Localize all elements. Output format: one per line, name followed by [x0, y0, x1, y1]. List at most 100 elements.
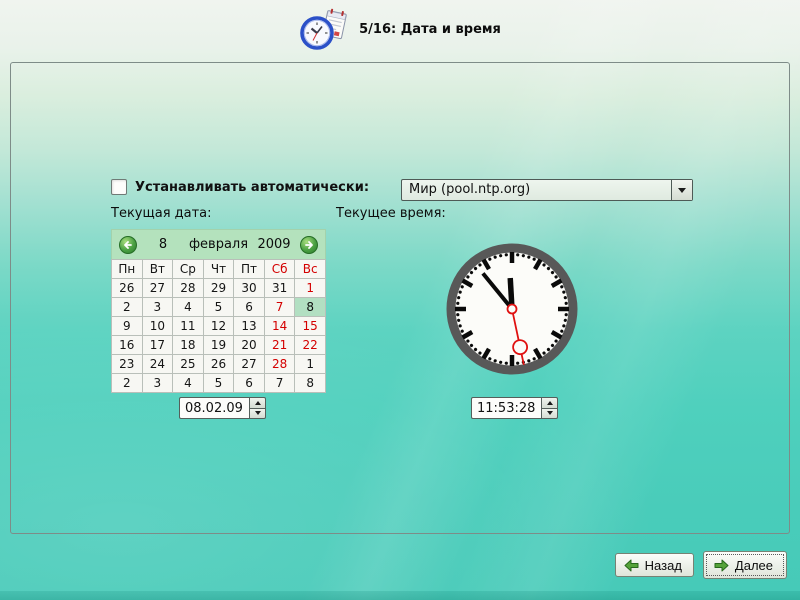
calendar-day-cell[interactable]: 10 — [142, 317, 173, 336]
calendar-month-value: февраля — [189, 237, 248, 252]
calendar-day-cell[interactable]: 15 — [295, 317, 326, 336]
ntp-auto-row: Устанавливать автоматически: — [111, 179, 369, 195]
calendar-day-cell[interactable]: 3 — [142, 374, 173, 393]
time-spin-up-button[interactable] — [541, 397, 558, 408]
calendar-day-cell[interactable]: 1 — [295, 355, 326, 374]
auto-set-checkbox-label: Устанавливать автоматически: — [135, 180, 369, 195]
page-title: 5/16: Дата и время — [359, 22, 501, 37]
calendar-day-cell[interactable]: 4 — [173, 298, 204, 317]
calendar-week-row: 16171819202122 — [112, 336, 326, 355]
calendar-day-cell[interactable]: 3 — [142, 298, 173, 317]
ntp-server-dropdown[interactable]: Мир (pool.ntp.org) — [401, 179, 693, 201]
calendar-body: 2627282930311234567891011121314151617181… — [112, 279, 326, 393]
calendar-day-cell[interactable]: 17 — [142, 336, 173, 355]
calendar-day-cell[interactable]: 11 — [173, 317, 204, 336]
analog-clock-face — [445, 242, 579, 376]
weekday-header-cell: Ср — [173, 260, 204, 279]
clock-center-pivot — [508, 305, 517, 314]
calendar-day-cell[interactable]: 2 — [112, 374, 143, 393]
time-spinner-buttons — [541, 397, 558, 419]
weekday-header-cell: Вт — [142, 260, 173, 279]
weekday-header-cell: Вс — [295, 260, 326, 279]
time-spin-down-button[interactable] — [541, 408, 558, 420]
calendar-day-cell[interactable]: 8 — [295, 298, 326, 317]
calendar-day-cell[interactable]: 12 — [203, 317, 234, 336]
calendar-day-cell[interactable]: 13 — [234, 317, 265, 336]
calendar-day-value: 8 — [141, 237, 185, 252]
content-panel: Устанавливать автоматически: Мир (pool.n… — [10, 62, 790, 534]
calendar-day-cell[interactable]: 23 — [112, 355, 143, 374]
bottom-accent-strip — [0, 591, 800, 600]
down-arrow-icon — [255, 411, 261, 415]
calendar-day-cell[interactable]: 7 — [264, 298, 295, 317]
calendar-day-cell[interactable]: 8 — [295, 374, 326, 393]
calendar-day-cell[interactable]: 6 — [234, 298, 265, 317]
calendar-day-cell[interactable]: 31 — [264, 279, 295, 298]
next-button-label: Далее — [735, 558, 773, 573]
weekday-header-cell: Сб — [264, 260, 295, 279]
calendar-day-cell[interactable]: 21 — [264, 336, 295, 355]
calendar-week-row: 2627282930311 — [112, 279, 326, 298]
calendar-day-cell[interactable]: 26 — [112, 279, 143, 298]
calendar-day-cell[interactable]: 27 — [234, 355, 265, 374]
calendar-day-cell[interactable]: 16 — [112, 336, 143, 355]
calendar-day-cell[interactable]: 30 — [234, 279, 265, 298]
calendar-day-cell[interactable]: 29 — [203, 279, 234, 298]
analog-clock — [445, 242, 579, 376]
calendar-day-cell[interactable]: 28 — [173, 279, 204, 298]
calendar-day-cell[interactable]: 24 — [142, 355, 173, 374]
down-arrow-icon — [547, 411, 553, 415]
green-right-arrow-icon — [714, 559, 729, 572]
calendar-day-cell[interactable]: 14 — [264, 317, 295, 336]
up-arrow-icon — [547, 401, 553, 405]
calendar-weekday-row: ПнВтСрЧтПтСбВс — [112, 260, 326, 279]
calendar-week-row: 2345678 — [112, 374, 326, 393]
up-arrow-icon — [255, 401, 261, 405]
calendar-day-cell[interactable]: 4 — [173, 374, 204, 393]
date-spin-up-button[interactable] — [249, 397, 266, 408]
calendar-week-row: 2345678 — [112, 298, 326, 317]
date-spinner-buttons — [249, 397, 266, 419]
ntp-server-selected-value: Мир (pool.ntp.org) — [402, 180, 671, 200]
weekday-header-cell: Пт — [234, 260, 265, 279]
calendar-day-cell[interactable]: 27 — [142, 279, 173, 298]
calendar-year-value: 2009 — [252, 237, 296, 252]
calendar-day-cell[interactable]: 25 — [173, 355, 204, 374]
wizard-header: 5/16: Дата и время — [0, 0, 800, 58]
calendar-day-cell[interactable]: 18 — [173, 336, 204, 355]
calendar-nav-bar: 8 февраля 2009 — [111, 229, 326, 259]
chevron-down-icon — [678, 188, 686, 193]
calendar-day-cell[interactable]: 2 — [112, 298, 143, 317]
calendar-day-cell[interactable]: 19 — [203, 336, 234, 355]
dropdown-arrow-button[interactable] — [671, 180, 692, 200]
wizard-nav-buttons: Назад Далее — [615, 551, 787, 579]
calendar-prev-button[interactable] — [119, 236, 137, 254]
calendar-day-cell[interactable]: 22 — [295, 336, 326, 355]
calendar-day-cell[interactable]: 7 — [264, 374, 295, 393]
green-left-arrow-icon — [624, 559, 639, 572]
calendar-day-cell[interactable]: 9 — [112, 317, 143, 336]
calendar-day-cell[interactable]: 28 — [264, 355, 295, 374]
date-time-icon — [299, 7, 349, 51]
calendar-day-cell[interactable]: 20 — [234, 336, 265, 355]
time-spinner-input[interactable] — [471, 397, 541, 419]
wizard-screen: 5/16: Дата и время Устанавливать автомат… — [0, 0, 800, 600]
back-button-label: Назад — [645, 558, 682, 573]
calendar-day-cell[interactable]: 5 — [203, 298, 234, 317]
calendar-day-cell[interactable]: 1 — [295, 279, 326, 298]
right-arrow-icon — [304, 240, 314, 250]
date-spinner-input[interactable] — [179, 397, 249, 419]
date-spinner — [179, 397, 266, 419]
weekday-header-cell: Чт — [203, 260, 234, 279]
current-date-label: Текущая дата: — [111, 206, 212, 221]
calendar-next-button[interactable] — [300, 236, 318, 254]
calendar-day-cell[interactable]: 6 — [234, 374, 265, 393]
calendar-grid: ПнВтСрЧтПтСбВс 2627282930311234567891011… — [111, 259, 326, 393]
calendar-day-cell[interactable]: 26 — [203, 355, 234, 374]
calendar-day-cell[interactable]: 5 — [203, 374, 234, 393]
date-spin-down-button[interactable] — [249, 408, 266, 420]
calendar-week-row: 2324252627281 — [112, 355, 326, 374]
back-button[interactable]: Назад — [615, 553, 694, 577]
next-button[interactable]: Далее — [703, 551, 787, 579]
auto-set-checkbox[interactable] — [111, 179, 127, 195]
